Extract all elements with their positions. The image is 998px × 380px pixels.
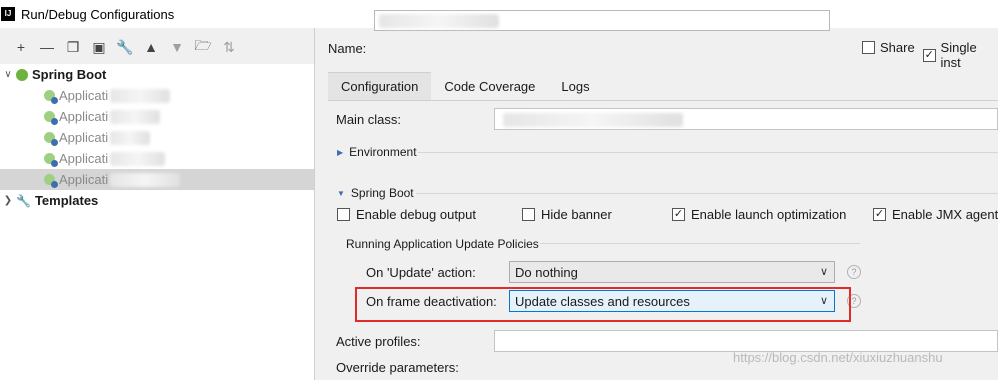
add-icon[interactable]: + [8, 36, 34, 58]
redacted-blur [110, 109, 161, 124]
tree-item-label: Applicati [59, 151, 109, 166]
launch-optimization-checkbox[interactable]: ✓ Enable launch optimization [672, 207, 846, 222]
configuration-tree: ∨ Spring Boot Applicati Applicati Applic… [0, 64, 314, 380]
help-icon[interactable]: ? [847, 265, 861, 279]
tree-toolbar: + — ❐ ▣ 🔧 ▲ ▼ 🗁 ⇅ [0, 28, 314, 66]
single-instance-label: Single inst [940, 40, 977, 70]
single-check-box[interactable]: ✓ [923, 48, 936, 62]
wrench-icon[interactable]: 🔧 [112, 36, 138, 58]
tree-item-label: Applicati [59, 109, 109, 124]
tree-item-label: Templates [34, 193, 99, 208]
folder-icon[interactable]: 🗁 [190, 36, 216, 58]
highlight-box [355, 287, 851, 322]
hide-banner-check-box[interactable] [522, 208, 535, 221]
sort-icon[interactable]: ⇅ [216, 36, 242, 58]
watermark: https://blog.csdn.net/xiuxiuzhuanshu [733, 350, 943, 365]
divider [416, 193, 998, 194]
remove-icon[interactable]: — [34, 36, 60, 58]
tree-item-label: Spring Boot [32, 67, 107, 82]
spring-app-icon [44, 153, 58, 167]
divider [540, 243, 860, 244]
jmx-label: Enable JMX agent [892, 207, 998, 222]
share-checkbox[interactable]: Share [862, 40, 915, 55]
spring-app-icon [44, 111, 58, 125]
tab-configuration[interactable]: Configuration [328, 72, 432, 100]
share-label: Share [880, 40, 915, 55]
debug-output-label: Enable debug output [356, 207, 476, 222]
single-instance-checkbox[interactable]: ✓ Single inst [923, 40, 998, 70]
triangle-down-icon: ▼ [337, 188, 345, 198]
tree-item-application[interactable]: Applicati [0, 106, 314, 127]
chevron-down-icon[interactable]: ∨ [0, 69, 16, 80]
chevron-right-icon[interactable]: ❯ [0, 195, 16, 206]
debug-output-checkbox[interactable]: Enable debug output [337, 207, 476, 222]
tree-item-label: Applicati [59, 130, 109, 145]
environment-label: Environment [349, 145, 417, 159]
move-up-icon[interactable]: ▲ [138, 36, 164, 58]
tree-item-templates[interactable]: ❯ 🔧 Templates [0, 190, 314, 211]
spring-app-icon [44, 132, 58, 146]
move-down-icon[interactable]: ▼ [164, 36, 190, 58]
environment-toggle[interactable]: ▶ Environment [337, 145, 417, 159]
launch-opt-check-box[interactable]: ✓ [672, 208, 685, 221]
intellij-icon: IJ [1, 7, 15, 21]
jmx-agent-checkbox[interactable]: ✓ Enable JMX agent [873, 207, 998, 222]
redacted-blur [110, 151, 166, 166]
tab-code-coverage[interactable]: Code Coverage [431, 72, 548, 100]
spring-app-icon [44, 174, 58, 188]
update-action-value: Do nothing [515, 264, 578, 280]
redacted-blur [503, 113, 683, 127]
spring-boot-toggle[interactable]: ▼ Spring Boot [337, 186, 414, 200]
update-action-label: On 'Update' action: [366, 265, 476, 280]
jmx-check-box[interactable]: ✓ [873, 208, 886, 221]
tree-item-spring-boot[interactable]: ∨ Spring Boot [0, 64, 314, 85]
update-action-dropdown[interactable]: Do nothing ∨ [509, 261, 835, 283]
spring-boot-section-label: Spring Boot [350, 186, 414, 200]
tab-bar: Configuration Code Coverage Logs [328, 72, 603, 100]
main-class-label: Main class: [336, 112, 402, 127]
redacted-blur [110, 88, 171, 103]
active-profiles-field[interactable] [494, 330, 998, 352]
window-title: Run/Debug Configurations [21, 6, 175, 22]
spring-boot-icon [16, 68, 28, 81]
save-icon[interactable]: ▣ [86, 36, 112, 58]
tab-logs[interactable]: Logs [548, 72, 602, 100]
launch-opt-label: Enable launch optimization [691, 207, 847, 222]
main-class-field[interactable] [494, 108, 998, 130]
name-field[interactable] [374, 10, 830, 31]
divider [418, 152, 998, 153]
redacted-blur [110, 130, 151, 145]
override-parameters-label: Override parameters: [336, 360, 459, 375]
hide-banner-label: Hide banner [541, 207, 612, 222]
copy-icon[interactable]: ❐ [60, 36, 86, 58]
tree-item-label: Applicati [59, 172, 109, 187]
tree-item-application[interactable]: Applicati [0, 127, 314, 148]
chevron-down-icon: ∨ [819, 266, 828, 278]
hide-banner-checkbox[interactable]: Hide banner [522, 207, 612, 222]
redacted-blur [379, 14, 499, 28]
spring-app-icon [44, 90, 58, 104]
tree-item-label: Applicati [59, 88, 109, 103]
triangle-right-icon: ▶ [337, 147, 344, 157]
tree-item-application[interactable]: Applicati [0, 85, 314, 106]
active-profiles-label: Active profiles: [336, 334, 421, 349]
tree-item-application-selected[interactable]: Applicati [0, 169, 314, 190]
policies-label: Running Application Update Policies [346, 237, 539, 251]
redacted-blur [110, 172, 181, 187]
debug-check-box[interactable] [337, 208, 350, 221]
name-label: Name: [328, 41, 367, 56]
tree-item-application[interactable]: Applicati [0, 148, 314, 169]
wrench-icon: 🔧 [16, 193, 31, 208]
share-check-box[interactable] [862, 41, 875, 54]
configurations-panel: + — ❐ ▣ 🔧 ▲ ▼ 🗁 ⇅ ∨ Spring Boot Applicat… [0, 28, 315, 380]
